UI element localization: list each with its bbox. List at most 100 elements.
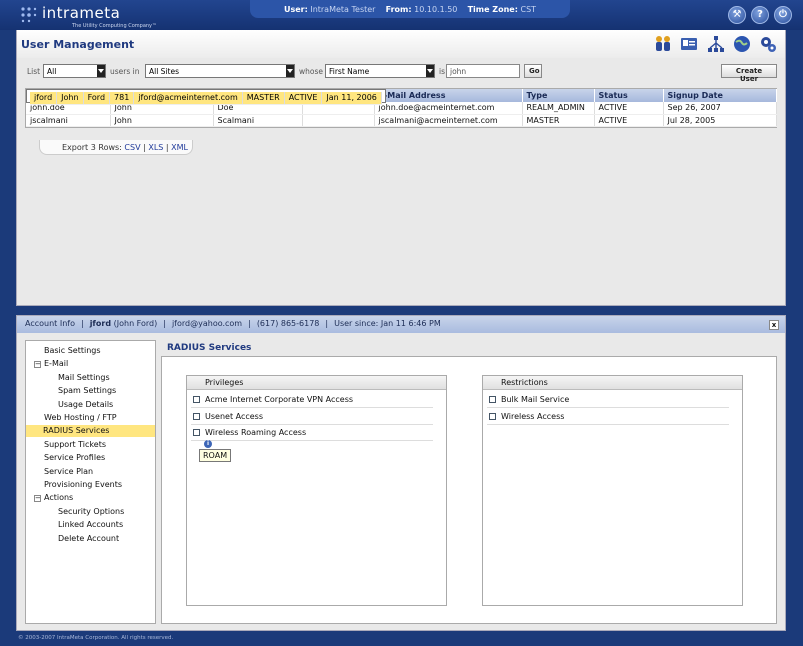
checkbox-item[interactable]: Acme Internet Corporate VPN Access	[191, 392, 433, 408]
checkbox-item[interactable]: Bulk Mail Service	[487, 392, 729, 408]
table-cell: jscalmani	[26, 114, 111, 127]
checkbox[interactable]	[489, 396, 496, 403]
power-icon[interactable]: ⏻	[774, 6, 792, 24]
user-value: IntraMeta Tester	[310, 5, 376, 14]
wrench-icon[interactable]: ⚒	[728, 6, 746, 24]
tree-item[interactable]: RADIUS Services	[26, 425, 155, 438]
table-cell: MASTER	[242, 92, 285, 105]
tree-item[interactable]: Security Options	[58, 506, 124, 518]
separator: |	[80, 319, 84, 328]
table-cell: john.doe@acmeinternet.com	[374, 102, 523, 115]
column-header-label: Type	[526, 91, 548, 100]
column-header-label: Signup Date	[667, 91, 723, 100]
checkbox-item[interactable]: Wireless Access	[487, 409, 729, 425]
copyright-footer: © 2003-2007 IntraMeta Corporation. All r…	[18, 635, 174, 641]
table-row[interactable]: jford John Ford 781 jford@acmeinternet.com MA…	[26, 89, 386, 105]
chevron-down-icon	[426, 65, 434, 77]
column-header[interactable]: Type	[522, 89, 595, 102]
export-sep: |	[165, 143, 169, 152]
page-title: User Management	[21, 38, 135, 51]
tree-item[interactable]: Linked Accounts	[58, 519, 123, 531]
search-input[interactable]: john	[446, 64, 520, 78]
table-cell: jford	[30, 92, 58, 105]
table-cell: Jul 28, 2005	[663, 114, 777, 127]
tree-item-label: Linked Accounts	[58, 520, 124, 530]
table-cell: ACTIVE	[594, 102, 664, 115]
tree-item[interactable]: Support Tickets	[44, 439, 106, 451]
brand-name: intrameta	[42, 4, 121, 22]
export-xml-link[interactable]: XML	[171, 143, 188, 152]
list-select[interactable]: All	[43, 64, 106, 78]
collapse-icon[interactable]: −	[34, 495, 41, 503]
tree-item[interactable]: Spam Settings	[58, 385, 116, 397]
help-icon[interactable]: ?	[751, 6, 769, 24]
go-button[interactable]: Go	[524, 64, 542, 78]
checkbox[interactable]	[193, 429, 200, 436]
checkbox-label: Acme Internet Corporate VPN Access	[205, 395, 354, 404]
table-cell	[302, 114, 375, 127]
tree-item[interactable]: Mail Settings	[58, 372, 110, 384]
globe-icon[interactable]	[732, 34, 752, 54]
site-select[interactable]: All Sites	[145, 64, 295, 78]
field-select-value: First Name	[329, 67, 370, 76]
list-label: List	[27, 67, 41, 76]
info-icon[interactable]: i	[204, 440, 212, 448]
tree-item[interactable]: Usage Details	[58, 399, 113, 411]
column-header[interactable]: Status	[594, 89, 664, 102]
table-row[interactable]: jscalmani John Scalmani jscalmani@acmeinter…	[26, 114, 777, 127]
table-cell: jscalmani@acmeinternet.com	[374, 114, 523, 127]
brand-tagline: The Utility Computing Company™	[72, 23, 158, 29]
checkbox[interactable]	[193, 396, 200, 403]
gears-icon[interactable]	[758, 34, 778, 54]
export-csv-link[interactable]: CSV	[124, 143, 140, 152]
privileges-header: Privileges	[187, 376, 446, 390]
account-fullname: (John Ford)	[113, 319, 158, 328]
checkbox-label: Usenet Access	[205, 411, 264, 421]
user-filter-bar: List All users in All Sites whose First …	[25, 64, 777, 83]
tree-item[interactable]: Delete Account	[58, 533, 119, 545]
account-panel: Account Info | jford (John Ford) | jford@yah…	[16, 315, 786, 631]
tree-item[interactable]: Service Plan	[44, 466, 93, 478]
checkbox-item[interactable]: Usenet Access	[191, 409, 433, 425]
field-select[interactable]: First Name	[325, 64, 435, 78]
user-label: User:	[283, 5, 308, 14]
account-info-label: Account Info	[25, 319, 75, 328]
account-username: jford	[89, 319, 112, 328]
timezone-value: CST	[520, 5, 537, 14]
table-cell: ACTIVE	[594, 114, 664, 127]
id-card-icon[interactable]	[679, 34, 699, 54]
network-icon[interactable]	[706, 34, 726, 54]
tree-item[interactable]: Basic Settings	[44, 345, 101, 357]
tree-item[interactable]: Web Hosting / FTP	[44, 412, 117, 424]
tree-item[interactable]: − Actions	[34, 492, 73, 504]
account-phone: (617) 865-6178	[256, 319, 320, 328]
tree-item-label: Mail Settings	[58, 372, 110, 382]
close-icon[interactable]: x	[769, 320, 779, 330]
create-user-button[interactable]: Create User	[721, 64, 777, 83]
checkbox[interactable]	[489, 412, 496, 420]
tree-item-label: Service Plan	[44, 466, 94, 476]
tooltip: ROAM	[199, 449, 232, 462]
tree-item[interactable]: − E-Mail	[34, 358, 68, 370]
tree-item[interactable]: Service Profiles	[44, 452, 105, 464]
tree-item-label: Basic Settings	[44, 346, 101, 355]
tree-item-label: Security Options	[58, 506, 125, 516]
export-xls-link[interactable]: XLS	[148, 143, 163, 152]
tree-item[interactable]: Provisioning Events	[44, 479, 122, 491]
separator: |	[248, 319, 251, 328]
whose-label: whose	[299, 67, 323, 76]
checkbox-label: Wireless Roaming Access	[205, 428, 307, 437]
column-header-label: Status	[598, 91, 628, 100]
column-header[interactable]: E-Mail Address	[374, 89, 523, 102]
export-label: Export 3 Rows:	[62, 143, 122, 152]
collapse-icon[interactable]: −	[34, 361, 41, 369]
users-icon[interactable]	[653, 34, 673, 54]
checkbox-item[interactable]: Wireless Roaming Access	[191, 425, 433, 441]
table-cell: ACTIVE	[284, 92, 323, 105]
checkbox[interactable]	[193, 412, 200, 420]
tree-item-label: Spam Settings	[58, 386, 117, 396]
radius-content: Privileges Acme Internet Corporate VPN A…	[161, 356, 777, 624]
column-header[interactable]: Signup Date	[663, 89, 777, 102]
table-cell: Ford	[83, 92, 111, 105]
from-value: 10.10.1.50	[414, 5, 458, 14]
